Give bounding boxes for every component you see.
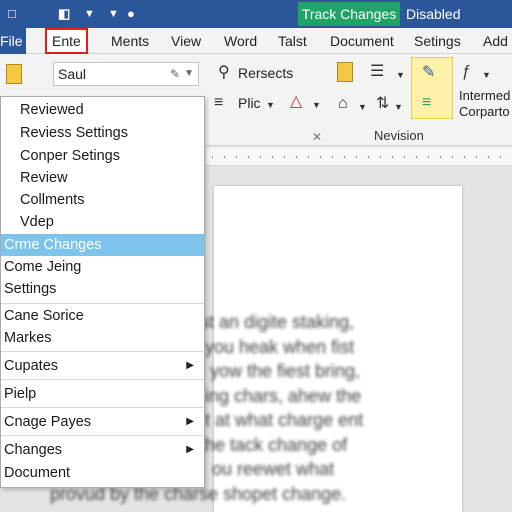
menu-item-cnage-payes[interactable]: Cnage Payes ▶ [1,411,204,433]
revision-group-label: Nevision [374,128,424,143]
submenu-arrow-icon: ▶ [186,444,194,455]
app-icon: □ [8,6,16,21]
intermed-label[interactable]: Intermed [459,88,510,103]
chevron-down-icon[interactable]: ▼ [394,98,403,116]
ruler [206,148,512,166]
sort-icon[interactable]: ⇅ [376,95,389,113]
tab-ments[interactable]: Ments [111,28,149,54]
list-icon[interactable]: ≡ [214,94,223,112]
submenu-arrow-icon: ▶ [186,416,194,427]
menu-item-markes[interactable]: Markes [1,327,204,349]
menu-item-document[interactable]: Document [1,462,204,484]
menu-item-crme-changes[interactable]: Crme Changes [1,234,204,256]
text-color-icon[interactable]: △ [290,93,302,111]
menu-separator [1,407,204,408]
menu-item-label: Changes [4,442,63,458]
menu-item-settings[interactable]: Settings [1,278,204,300]
chevron-down-icon[interactable]: ▼ [358,98,367,116]
chevron-down-icon[interactable]: ▼ [184,63,194,85]
plic-button[interactable]: Plic [238,95,261,111]
menu-item-label: Cupates [4,358,59,374]
submenu-arrow-icon: ▶ [186,360,194,371]
menu-item-reviess-settings[interactable]: Reviess Settings [1,122,204,144]
tab-talst[interactable]: Talst [278,28,307,54]
menu-item-conper-setings[interactable]: Conper Setings [1,145,204,167]
menu-separator [1,351,204,352]
menu-separator [1,303,204,304]
dropdown-menu: Reviewed Reviess Settings Conper Setings… [0,96,205,488]
search-icon[interactable]: ⚲ [218,64,230,82]
tab-file[interactable]: File [0,28,26,54]
ruler-ticks [212,156,506,158]
track-list-icon: ≡ [422,94,432,111]
word-window: □ ◧ ▼ ▼ ● Track Changes Disabled File En… [0,0,512,512]
menu-item-label: Cnage Payes [4,414,92,430]
menu-separator [1,435,204,436]
chevron-down-icon[interactable]: ▼ [312,96,321,114]
menu-item-cane-sorice[interactable]: Cane Sorice [1,305,204,327]
tab-ente[interactable]: Ente [45,28,88,54]
close-icon[interactable]: ✕ [312,128,322,146]
chevron-down-icon[interactable]: ▼ [108,5,119,23]
chevron-down-icon[interactable]: ▼ [266,96,275,114]
menu-item-review[interactable]: Review [1,167,204,189]
menu-item-collments[interactable]: Collments [1,189,204,211]
track-changes-icon: ✎ [422,64,436,81]
home-icon[interactable]: ⌂ [338,95,348,113]
track-changes-button[interactable]: Track Changes [298,2,400,26]
style-combobox[interactable]: Saul ✎ ▼ [53,62,199,86]
chevron-down-icon[interactable]: ▼ [396,66,405,84]
track-status-label: Disabled [406,6,461,22]
menu-bar: File Ente Ments View Word Talst Document… [0,28,512,54]
menu-item-vdep[interactable]: Vdep [1,211,204,233]
track-changes-ribbon-button[interactable]: ✎ ≡ [411,57,453,119]
chevron-down-icon[interactable]: ▼ [84,5,95,23]
menu-item-cupates[interactable]: Cupates ▶ [1,355,204,377]
word-logo-icon[interactable]: ◧ [58,5,70,23]
tab-view[interactable]: View [171,28,201,54]
menu-item-pielp[interactable]: Pielp [1,383,204,405]
rersects-button[interactable]: Rersects [238,65,293,81]
style-value: Saul [58,66,87,82]
format-icon[interactable]: ƒ [462,63,471,81]
title-bar: □ ◧ ▼ ▼ ● Track Changes Disabled [0,0,512,28]
corparto-label: Corparto [459,104,510,119]
paste-icon[interactable] [6,64,22,84]
user-icon[interactable]: ● [127,5,135,23]
pencil-icon: ✎ [169,67,180,81]
tab-add[interactable]: Add [483,28,508,54]
tab-word[interactable]: Word [224,28,257,54]
chevron-down-icon[interactable]: ▼ [482,66,491,84]
menu-separator [1,379,204,380]
bullets-icon[interactable]: ☰ [370,63,384,81]
menu-item-come-jeing[interactable]: Come Jeing [1,256,204,278]
document-icon[interactable] [337,62,353,82]
menu-item-changes[interactable]: Changes ▶ [1,439,204,461]
tab-document[interactable]: Document [330,28,394,54]
menu-item-reviewed[interactable]: Reviewed [1,99,204,121]
tab-setings[interactable]: Setings [414,28,461,54]
